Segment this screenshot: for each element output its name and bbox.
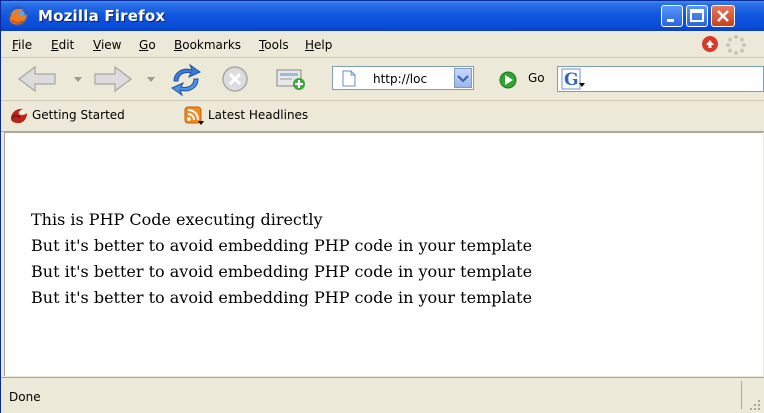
menu-edit[interactable]: Edit xyxy=(51,38,74,52)
back-arrow-icon[interactable] xyxy=(15,64,59,94)
url-bar[interactable]: http://loc xyxy=(332,66,474,90)
forward-arrow-icon[interactable] xyxy=(91,64,135,94)
content-line: But it's better to avoid embedding PHP c… xyxy=(31,262,533,281)
page-content: This is PHP Code executing directly But … xyxy=(4,132,763,376)
search-box[interactable]: G xyxy=(557,66,764,92)
content-line: But it's better to avoid embedding PHP c… xyxy=(31,236,533,255)
firefox-logo-icon xyxy=(8,6,28,26)
firefox-icon xyxy=(11,108,27,124)
browser-window: Mozilla Firefox File Edit View Go Bookma… xyxy=(0,0,764,413)
menu-view[interactable]: View xyxy=(93,38,121,52)
url-dropdown-button[interactable] xyxy=(454,68,472,88)
minimize-icon xyxy=(667,19,674,22)
window-title: Mozilla Firefox xyxy=(38,7,166,25)
stop-icon[interactable] xyxy=(220,64,250,94)
menu-file-label: ile xyxy=(18,38,33,52)
throbber-icon xyxy=(726,35,746,55)
rss-feed-icon xyxy=(184,106,204,125)
menu-tools-label: ools xyxy=(264,38,289,52)
page-icon xyxy=(342,70,356,87)
bookmarks-toolbar: Getting Started Latest Headlines xyxy=(1,101,764,132)
maximize-icon xyxy=(690,9,704,22)
resize-grip-icon[interactable] xyxy=(749,399,761,411)
title-bar[interactable]: Mozilla Firefox xyxy=(1,1,764,31)
forward-dropdown-icon[interactable] xyxy=(146,74,156,84)
back-dropdown-icon[interactable] xyxy=(73,74,83,84)
menu-go-accel: G xyxy=(139,38,149,52)
menu-bookmarks[interactable]: Bookmarks xyxy=(174,38,241,52)
menu-edit-accel: E xyxy=(51,38,59,52)
content-line: This is PHP Code executing directly xyxy=(31,210,323,229)
menu-go-label: o xyxy=(148,38,156,52)
menu-go[interactable]: Go xyxy=(139,38,156,52)
content-line: But it's better to avoid embedding PHP c… xyxy=(31,288,533,307)
go-button-label[interactable]: Go xyxy=(528,71,545,85)
menu-help-accel: H xyxy=(305,38,315,52)
close-icon xyxy=(717,10,729,22)
navigation-toolbar: http://loc Go G xyxy=(1,58,764,101)
status-panel-divider xyxy=(741,381,742,409)
menu-help[interactable]: Help xyxy=(305,38,332,52)
status-bar: Done xyxy=(1,377,764,413)
menu-view-accel: V xyxy=(93,38,101,52)
google-search-icon[interactable]: G xyxy=(561,68,587,90)
menu-bookmarks-label: ookmarks xyxy=(182,38,242,52)
menu-tools[interactable]: Tools xyxy=(259,38,289,52)
reload-icon[interactable] xyxy=(166,63,206,97)
menu-help-label: elp xyxy=(314,38,333,52)
menu-view-label: iew xyxy=(100,38,122,52)
maximize-button[interactable] xyxy=(686,5,708,27)
bookmark-label: Latest Headlines xyxy=(208,108,309,122)
go-icon[interactable] xyxy=(498,70,518,90)
menu-file[interactable]: File xyxy=(12,38,32,52)
home-icon[interactable] xyxy=(273,64,309,94)
menu-bar: File Edit View Go Bookmarks Tools Help xyxy=(1,31,764,58)
minimize-button[interactable] xyxy=(661,5,683,27)
alert-icon[interactable] xyxy=(700,34,720,54)
status-text: Done xyxy=(9,390,41,404)
status-divider xyxy=(1,377,764,378)
close-button[interactable] xyxy=(711,5,735,27)
menu-bookmarks-accel: B xyxy=(174,38,183,52)
bookmark-label: Getting Started xyxy=(32,108,125,122)
menu-edit-label: dit xyxy=(58,38,75,52)
chevron-down-icon xyxy=(457,75,469,83)
svg-text:G: G xyxy=(564,70,579,90)
url-text[interactable]: http://loc xyxy=(373,72,427,86)
